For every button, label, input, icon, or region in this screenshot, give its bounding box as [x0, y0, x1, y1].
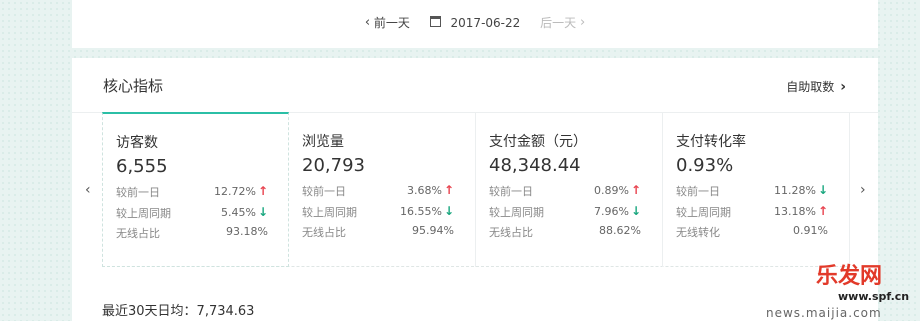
- metric-tile[interactable]: 支付金额（元） 48,348.44 较前一日 0.89% ↑ 较上周同期 7.96% ↓ 无线占…: [476, 113, 663, 267]
- comparison-percent: 11.28%: [773, 184, 816, 197]
- metric-name: 浏览量: [302, 134, 344, 150]
- comparison-value: 88.62%: [599, 224, 641, 237]
- thirty-day-average: 最近30天日均：7,734.63: [102, 304, 255, 319]
- arrow-down-icon: ↓: [443, 204, 454, 218]
- comparison-percent: 3.68%: [406, 184, 442, 197]
- self-service-link[interactable]: 自助取数 ›: [786, 78, 846, 95]
- metric-name: 支付转化率: [676, 134, 746, 150]
- comparison-label: 较前一日: [676, 185, 720, 198]
- comparison-percent: 5.45%: [220, 206, 256, 219]
- comparison-value: 0.91%: [793, 224, 828, 237]
- comparison-value: 13.18% ↑: [774, 204, 828, 218]
- metric-name: 访客数: [116, 135, 158, 151]
- chevron-right-icon: ›: [840, 79, 846, 95]
- metric-tile[interactable]: 浏览量 20,793 较前一日 3.68% ↑ 较上周同期 16.55% ↓ 无线占比 95.94…: [289, 113, 476, 267]
- current-date[interactable]: 2017-06-22: [451, 16, 521, 30]
- arrow-up-icon: ↑: [257, 184, 268, 198]
- metric-value: 6,555: [116, 156, 168, 177]
- date-card: ‹ 前一天 2017-06-22 后一天 ›: [72, 0, 878, 48]
- comparison-percent: 16.55%: [399, 205, 442, 218]
- watermark: 乐发网 www.spf.cn news.maijia.com: [730, 258, 920, 321]
- metric-tile[interactable]: 支付转化率 0.93% 较前一日 11.28% ↓ 较上周同期 13.18% ↑ 无线转化 0.9…: [663, 113, 850, 267]
- comparison-value: 3.68% ↑: [407, 183, 454, 197]
- card-header: 核心指标 自助取数 ›: [72, 58, 878, 113]
- metrics-row: 访客数 6,555 较前一日 12.72% ↑ 较上周同期 5.45% ↓ 无线占比 93.18%…: [102, 112, 850, 267]
- comparison-label: 无线占比: [116, 227, 160, 240]
- metric-value: 0.93%: [676, 155, 734, 176]
- metric-name: 支付金额（元）: [489, 134, 587, 150]
- comparison-value: 16.55% ↓: [400, 204, 454, 218]
- arrow-up-icon: ↑: [630, 183, 641, 197]
- carousel-next-icon[interactable]: ›: [860, 182, 866, 198]
- arrow-up-icon: ↑: [817, 204, 828, 218]
- metric-value: 20,793: [302, 155, 365, 176]
- carousel-prev-icon[interactable]: ‹: [85, 182, 91, 198]
- arrow-down-icon: ↓: [817, 183, 828, 197]
- comparison-value: 12.72% ↑: [214, 184, 268, 198]
- comparison-percent: 0.91%: [793, 224, 828, 237]
- comparison-label: 较前一日: [302, 185, 346, 198]
- chevron-right-icon: ›: [579, 15, 586, 30]
- comparison-label: 无线转化: [676, 226, 720, 239]
- comparison-label: 较上周同期: [302, 206, 357, 219]
- comparison-label: 较上周同期: [676, 206, 731, 219]
- page-title: 核心指标: [103, 77, 164, 95]
- comparison-value: 11.28% ↓: [774, 183, 828, 197]
- calendar-icon[interactable]: [429, 16, 441, 27]
- comparison-percent: 12.72%: [213, 185, 256, 198]
- comparison-value: 93.18%: [226, 225, 268, 238]
- watermark-url: news.maijia.com: [766, 306, 882, 320]
- comparison-label: 较上周同期: [489, 206, 544, 219]
- chevron-left-icon: ‹: [364, 15, 371, 30]
- comparison-value: 7.96% ↓: [594, 204, 641, 218]
- comparison-value: 5.45% ↓: [221, 205, 268, 219]
- comparison-value: 0.89% ↑: [594, 183, 641, 197]
- next-day-label: 后一天: [540, 16, 577, 30]
- comparison-percent: 13.18%: [773, 205, 816, 218]
- comparison-percent: 88.62%: [599, 224, 641, 237]
- comparison-percent: 0.89%: [593, 184, 629, 197]
- comparison-label: 无线占比: [489, 226, 533, 239]
- prev-day-button[interactable]: ‹ 前一天: [365, 14, 410, 31]
- date-navigator: ‹ 前一天 2017-06-22 后一天 ›: [72, 14, 878, 31]
- watermark-brand: 乐发网: [816, 263, 883, 289]
- self-service-label: 自助取数: [786, 80, 835, 94]
- prev-day-label: 前一天: [373, 16, 410, 30]
- comparison-percent: 93.18%: [226, 225, 268, 238]
- comparison-percent: 95.94%: [412, 224, 454, 237]
- next-day-button[interactable]: 后一天 ›: [540, 14, 585, 31]
- metric-tile[interactable]: 访客数 6,555 较前一日 12.72% ↑ 较上周同期 5.45% ↓ 无线占比 93.18%: [102, 112, 289, 267]
- comparison-label: 较上周同期: [116, 207, 171, 220]
- comparison-label: 较前一日: [489, 185, 533, 198]
- watermark-site: www.spf.cn: [838, 290, 910, 303]
- comparison-label: 较前一日: [116, 186, 160, 199]
- arrow-down-icon: ↓: [257, 205, 268, 219]
- comparison-value: 95.94%: [412, 224, 454, 237]
- arrow-down-icon: ↓: [630, 204, 641, 218]
- metric-value: 48,348.44: [489, 155, 581, 176]
- comparison-percent: 7.96%: [593, 205, 629, 218]
- comparison-label: 无线占比: [302, 226, 346, 239]
- arrow-up-icon: ↑: [443, 183, 454, 197]
